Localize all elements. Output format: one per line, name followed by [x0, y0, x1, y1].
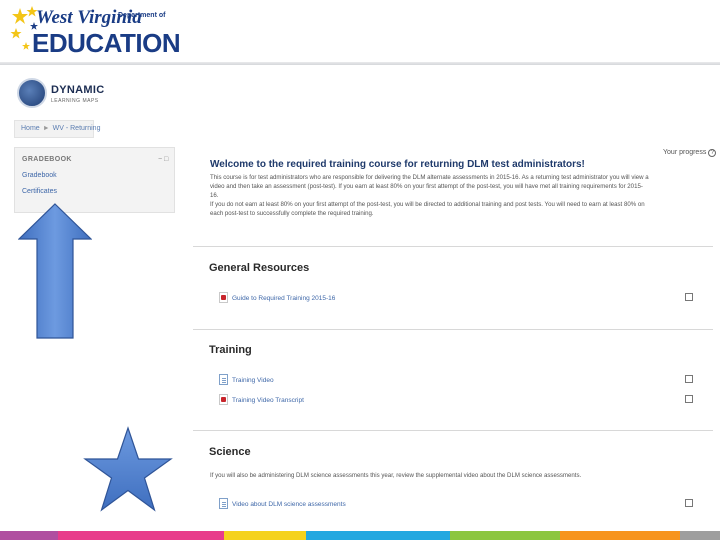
up-arrow-icon — [18, 203, 92, 339]
color-bar-segment — [560, 531, 680, 540]
star-icon — [83, 426, 173, 512]
dlm-logo[interactable]: DYNAMIC LEARNING MAPS — [17, 78, 127, 112]
color-bar-segment — [224, 531, 306, 540]
completion-checkbox[interactable] — [685, 375, 693, 383]
logo-education: EDUCATION — [32, 28, 181, 58]
dlm-globe-icon — [17, 78, 47, 108]
pdf-icon — [219, 394, 228, 405]
welcome-paragraph-1: This course is for test administrators w… — [210, 174, 649, 199]
dlm-logo-name: DYNAMIC — [51, 84, 105, 96]
color-bar-segment — [450, 531, 560, 540]
breadcrumb-separator: ► — [42, 125, 50, 132]
help-icon[interactable]: ? — [708, 149, 717, 157]
resource-guide-link[interactable]: Guide to Required Training 2015-16 — [232, 295, 335, 302]
course-content: Your progress? Welcome to the required t… — [193, 145, 717, 540]
pdf-icon — [219, 292, 228, 303]
logo-department: Department of — [118, 12, 166, 19]
section-title-science: Science — [209, 446, 251, 458]
breadcrumb-home-link[interactable]: Home — [21, 125, 40, 132]
breadcrumb-course-link[interactable]: WV - Returning — [53, 125, 101, 132]
wv-education-logo: West Virginia Department of EDUCATION — [10, 4, 190, 58]
welcome-paragraph-2: If you do not earn at least 80% on your … — [210, 201, 645, 217]
section-divider — [193, 246, 713, 247]
document-icon — [219, 374, 228, 385]
resource-guide-row[interactable]: Guide to Required Training 2015-16 — [219, 292, 699, 304]
completion-checkbox[interactable] — [685, 499, 693, 507]
your-progress: Your progress? — [663, 149, 717, 157]
color-bar-segment — [58, 531, 224, 540]
completion-checkbox[interactable] — [685, 293, 693, 301]
header-divider — [0, 62, 720, 65]
section-title-training: Training — [209, 344, 252, 356]
resource-science-video-link[interactable]: Video about DLM science assessments — [232, 501, 346, 508]
section-divider — [193, 430, 713, 431]
progress-label: Your progress — [663, 149, 707, 156]
resource-transcript-row[interactable]: Training Video Transcript — [219, 394, 699, 406]
footer-color-bar — [0, 531, 720, 540]
gradebook-link[interactable]: Gradebook — [22, 172, 57, 179]
resource-training-video-link[interactable]: Training Video — [232, 377, 274, 384]
document-icon — [219, 498, 228, 509]
science-note: If you will also be administering DLM sc… — [210, 472, 582, 479]
resource-training-video-row[interactable]: Training Video — [219, 374, 699, 386]
breadcrumb: Home ► WV - Returning — [14, 120, 100, 138]
block-controls-icon[interactable]: − □ — [158, 156, 168, 163]
resource-science-video-row[interactable]: Video about DLM science assessments — [219, 498, 699, 510]
color-bar-segment — [306, 531, 450, 540]
gradebook-heading: GRADEBOOK — [22, 156, 72, 163]
section-title-general-resources: General Resources — [209, 262, 310, 274]
dlm-logo-subtitle: LEARNING MAPS — [51, 98, 99, 104]
header: West Virginia Department of EDUCATION — [0, 0, 720, 62]
completion-checkbox[interactable] — [685, 395, 693, 403]
color-bar-segment — [0, 531, 58, 540]
color-bar-segment — [680, 531, 720, 540]
slide: West Virginia Department of EDUCATION DY… — [0, 0, 720, 540]
resource-transcript-link[interactable]: Training Video Transcript — [232, 397, 304, 404]
section-divider — [193, 329, 713, 330]
welcome-title: Welcome to the required training course … — [210, 159, 585, 170]
certificates-link[interactable]: Certificates — [22, 188, 57, 195]
